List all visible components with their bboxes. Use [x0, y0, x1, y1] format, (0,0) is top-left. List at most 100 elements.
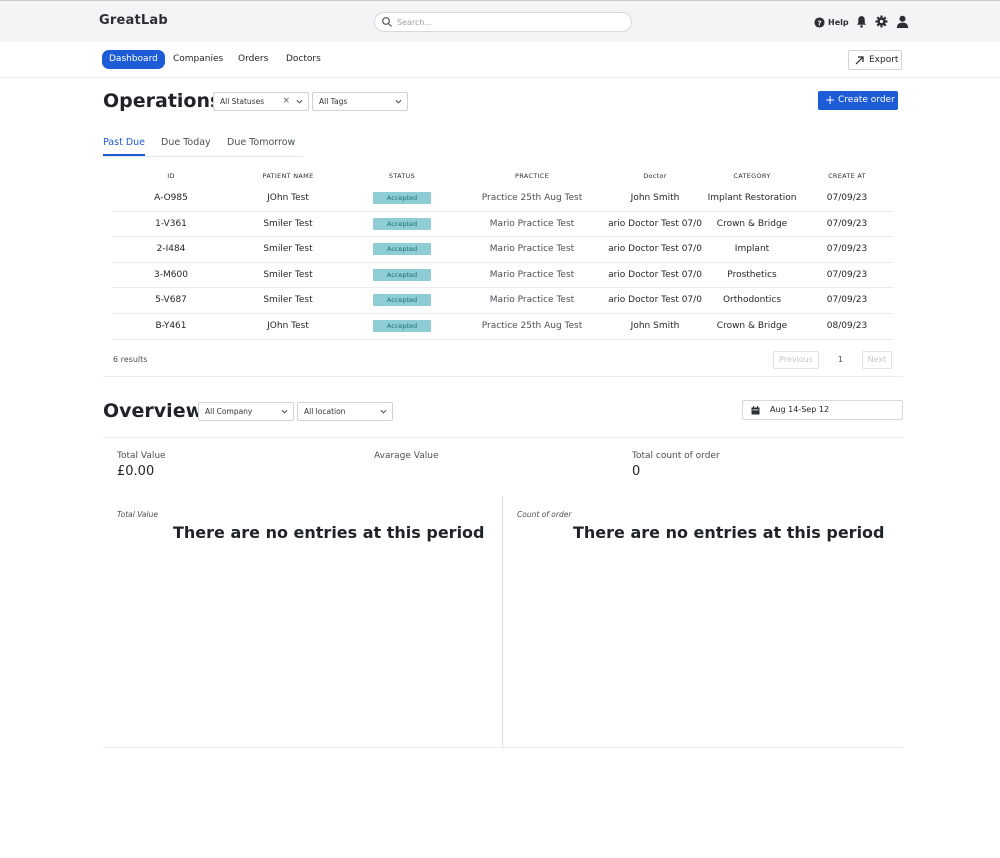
status-filter-value: All Statuses [220, 97, 265, 106]
cell-created: 07/09/23 [826, 269, 868, 280]
total-value-chart: Total Value There are no entries at this… [103, 496, 502, 748]
search-input[interactable] [397, 15, 617, 29]
top-bar: GreatLab ? Help [0, 0, 1000, 42]
cell-id: A-O985 [154, 193, 188, 203]
cell-practice: Mario Practice Test [489, 244, 575, 255]
chevron-down-icon [281, 409, 288, 414]
chevron-down-icon [395, 99, 402, 104]
table-header: ID PATIENT NAME STATUS PRACTICE Doctor C… [112, 168, 894, 186]
empty-state-message: There are no entries at this period [173, 523, 485, 542]
cell-created: 07/09/23 [826, 244, 868, 255]
export-arrow-icon [855, 56, 864, 65]
help-label: Help [828, 17, 849, 27]
cell-doctor: ario Doctor Test 07/0 [608, 244, 702, 255]
table-row[interactable]: 5-V687 Smiler Test Accepted Mario Practi… [112, 288, 894, 314]
app-logo[interactable]: GreatLab [99, 13, 168, 28]
status-filter[interactable]: All Statuses × [213, 92, 309, 111]
cell-practice: Practice 25th Aug Test [481, 193, 583, 203]
help-icon: ? [814, 16, 825, 28]
cell-practice: Mario Practice Test [489, 295, 575, 306]
cell-category: Implant [734, 244, 770, 255]
cell-patient: Smiler Test [263, 295, 313, 306]
status-badge: Accepted [373, 243, 431, 256]
tag-filter[interactable]: All Tags [312, 92, 408, 111]
cell-id: 2-I484 [156, 244, 186, 255]
location-filter[interactable]: All location [297, 402, 393, 421]
section-divider [103, 376, 903, 377]
search-icon [382, 17, 392, 27]
col-practice[interactable]: PRACTICE [472, 172, 592, 180]
col-category[interactable]: CATEGORY [702, 172, 802, 180]
cell-id: 1-V361 [155, 218, 187, 229]
cell-patient: JOhn Test [267, 193, 309, 203]
order-count-chart: Count of order There are no entries at t… [503, 496, 903, 748]
current-page[interactable]: 1 [838, 355, 843, 364]
cell-category: Prosthetics [727, 269, 777, 280]
cell-created: 07/09/23 [826, 295, 868, 306]
col-create-at[interactable]: CREATE AT [812, 172, 882, 180]
company-filter-value: All Company [205, 407, 253, 416]
gear-icon[interactable] [875, 15, 888, 28]
table-row[interactable]: 2-I484 Smiler Test Accepted Mario Practi… [112, 237, 894, 263]
user-icon[interactable] [896, 15, 909, 28]
col-status[interactable]: STATUS [372, 172, 432, 180]
cell-practice: Mario Practice Test [489, 269, 575, 280]
cell-category: Crown & Bridge [716, 218, 788, 229]
nav-doctors[interactable]: Doctors [279, 50, 328, 69]
col-id[interactable]: ID [140, 172, 202, 180]
date-range-value: Aug 14-Sep 12 [770, 405, 830, 414]
cell-category: Crown & Bridge [716, 320, 788, 331]
svg-text:?: ? [817, 18, 821, 27]
nav-orders[interactable]: Orders [231, 50, 275, 69]
cell-patient: JOhn Test [267, 320, 309, 331]
export-button[interactable]: Export [848, 50, 902, 70]
search-box[interactable] [374, 12, 632, 32]
cell-doctor: ario Doctor Test 07/0 [608, 295, 702, 306]
tab-due-tomorrow[interactable]: Due Tomorrow [227, 137, 295, 154]
section-divider [103, 437, 903, 438]
cell-doctor: ario Doctor Test 07/0 [608, 218, 702, 229]
cell-category: Implant Restoration [707, 193, 797, 203]
tag-filter-value: All Tags [319, 97, 348, 106]
kpi-total-value-label: Total Value [117, 451, 166, 461]
table-row[interactable]: 1-V361 Smiler Test Accepted Mario Practi… [112, 212, 894, 238]
plus-icon: + [825, 93, 836, 107]
chevron-down-icon [296, 99, 303, 104]
main-nav: Dashboard Companies Orders Doctors Expor… [0, 42, 1000, 78]
date-range-picker[interactable]: Aug 14-Sep 12 [742, 400, 903, 420]
table-row[interactable]: B-Y461 JOhn Test Accepted Practice 25th … [112, 314, 894, 340]
cell-id: B-Y461 [155, 320, 187, 331]
clear-icon[interactable]: × [282, 93, 290, 110]
chart-title: Count of order [517, 510, 572, 519]
tab-due-today[interactable]: Due Today [161, 137, 211, 154]
col-patient-name[interactable]: PATIENT NAME [238, 172, 338, 180]
table-row[interactable]: 3-M600 Smiler Test Accepted Mario Practi… [112, 263, 894, 289]
bell-icon[interactable] [855, 15, 868, 28]
help-button[interactable]: ? Help [814, 16, 849, 28]
due-tabs: Past Due Due Today Due Tomorrow [103, 131, 303, 157]
cell-id: 3-M600 [154, 269, 188, 280]
cell-id: 5-V687 [155, 295, 187, 306]
kpi-total-value: £0.00 [117, 464, 155, 479]
chevron-down-icon [380, 409, 387, 414]
create-order-button[interactable]: + Create order [818, 91, 898, 110]
cell-created: 07/09/23 [826, 218, 868, 229]
table-row[interactable]: A-O985 JOhn Test Accepted Practice 25th … [112, 186, 894, 212]
results-count: 6 results [113, 355, 148, 364]
cell-doctor: ario Doctor Test 07/0 [608, 269, 702, 280]
previous-page-button[interactable]: Previous [773, 351, 819, 369]
orders-table: ID PATIENT NAME STATUS PRACTICE Doctor C… [112, 168, 894, 340]
tab-past-due[interactable]: Past Due [103, 137, 145, 156]
status-badge: Accepted [373, 217, 431, 230]
cell-patient: Smiler Test [263, 269, 313, 280]
next-page-button[interactable]: Next [862, 351, 892, 369]
company-filter[interactable]: All Company [198, 402, 294, 421]
status-badge: Accepted [373, 294, 431, 307]
cell-category: Orthodontics [722, 295, 782, 306]
nav-companies[interactable]: Companies [166, 50, 230, 69]
status-badge: Accepted [373, 192, 431, 204]
nav-dashboard[interactable]: Dashboard [102, 50, 165, 69]
kpi-order-count: 0 [632, 464, 641, 479]
col-doctor[interactable]: Doctor [607, 172, 703, 180]
calendar-icon [751, 406, 760, 415]
